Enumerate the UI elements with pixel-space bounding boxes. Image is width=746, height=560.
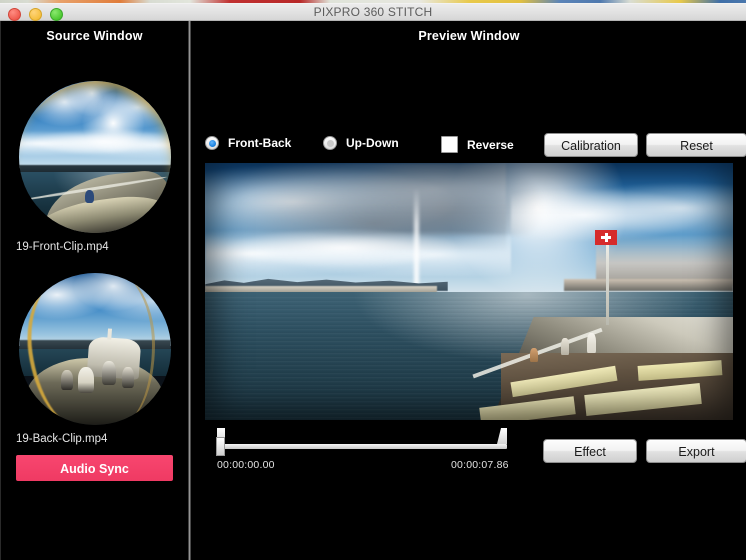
radio-up-down-icon[interactable] (323, 136, 337, 150)
radio-option-front-back[interactable]: Front-Back (205, 136, 291, 150)
radio-front-back-label: Front-Back (228, 136, 292, 150)
timeline-trim-end-handle[interactable] (497, 428, 507, 444)
source-clip-item-1[interactable]: 19-Front-Clip.mp4 (1, 81, 188, 253)
source-window-heading: Source Window (46, 29, 143, 43)
reverse-label: Reverse (467, 137, 514, 152)
title-bar: PIXPRO 360 STITCH (0, 3, 746, 21)
fisheye-thumbnail-back[interactable] (18, 273, 171, 425)
clip-name-back: 19-Back-Clip.mp4 (16, 433, 108, 445)
clip-name-front: 19-Front-Clip.mp4 (16, 241, 109, 253)
radio-option-up-down[interactable]: Up-Down (323, 136, 399, 150)
preview-window-panel: Preview Window Front-Back Up-Down Revers… (191, 21, 746, 560)
effect-button[interactable]: Effect (543, 439, 637, 463)
preview-vignette (205, 163, 733, 420)
thumb-lens-arc (19, 81, 171, 233)
app-content: Source Window 19-Front-Clip.mp4 19-Back-… (0, 21, 746, 560)
timeline-playhead[interactable] (216, 437, 225, 456)
audio-sync-button[interactable]: Audio Sync (16, 455, 173, 481)
stitch-controls-row: Front-Back Up-Down Reverse Calibration R… (205, 131, 746, 161)
source-window-panel: Source Window 19-Front-Clip.mp4 19-Back-… (1, 21, 188, 560)
thumb-lens-flare (146, 84, 165, 95)
timeline-track[interactable] (220, 444, 507, 449)
thumb2-lens-arc-right (64, 273, 156, 425)
timeline-bar: 00:00:00.00 00:00:07.86 Effect Export (205, 425, 746, 471)
preview-window-heading: Preview Window (418, 29, 520, 43)
timeline-start-time: 00:00:00.00 (217, 459, 275, 471)
timeline-end-time: 00:00:07.86 (451, 459, 509, 471)
fisheye-thumbnail-front[interactable] (18, 81, 171, 233)
export-button[interactable]: Export (646, 439, 746, 463)
calibration-button[interactable]: Calibration (544, 133, 638, 157)
video-preview[interactable] (205, 163, 733, 420)
reverse-checkbox[interactable] (441, 136, 458, 153)
reset-button[interactable]: Reset (646, 133, 746, 157)
radio-front-back-icon[interactable] (205, 136, 219, 150)
window-title: PIXPRO 360 STITCH (313, 5, 433, 19)
source-clip-item-2[interactable]: 19-Back-Clip.mp4 (1, 273, 188, 445)
radio-up-down-label: Up-Down (346, 136, 399, 150)
application-window: PIXPRO 360 STITCH Source Window 19-Front… (0, 0, 746, 560)
checkbox-option-reverse[interactable]: Reverse (441, 136, 514, 153)
